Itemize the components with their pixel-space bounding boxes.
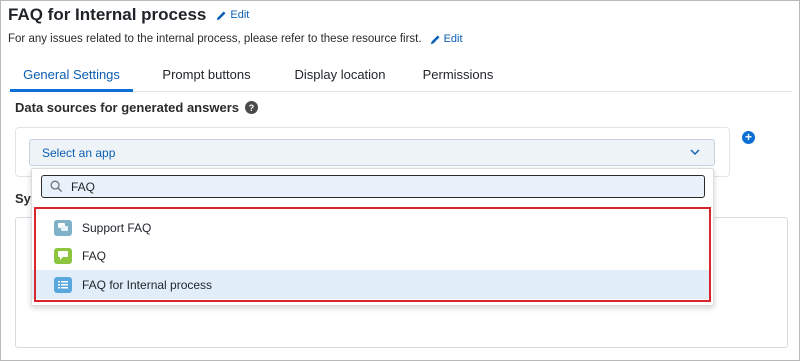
help-icon[interactable]: ?: [244, 101, 258, 114]
add-data-source-button[interactable]: +: [742, 131, 755, 144]
partially-hidden-label: Sy: [15, 191, 31, 206]
settings-tabs: General Settings Prompt buttons Display …: [8, 60, 792, 92]
chevron-down-icon: [690, 149, 700, 155]
edit-description-label: Edit: [443, 33, 463, 45]
app-search-field[interactable]: [41, 175, 705, 198]
tab-permissions[interactable]: Permissions: [410, 60, 506, 92]
tab-display-location[interactable]: Display location: [278, 60, 402, 92]
tab-general-settings[interactable]: General Settings: [10, 60, 133, 92]
search-icon: [50, 180, 63, 193]
results-highlight-box: [34, 207, 711, 302]
title-row: FAQ for Internal process Edit: [8, 4, 249, 26]
app-dropdown-panel: Support FAQ FAQ FAQ for Internal process: [31, 168, 714, 306]
edit-title-label: Edit: [230, 9, 250, 21]
edit-title-link[interactable]: Edit: [216, 9, 249, 21]
description-row: For any issues related to the internal p…: [8, 31, 463, 47]
tab-prompt-buttons[interactable]: Prompt buttons: [145, 60, 268, 92]
app-search-input[interactable]: [71, 179, 671, 194]
page-description: For any issues related to the internal p…: [8, 33, 422, 45]
data-sources-label: Data sources for generated answers ?: [15, 100, 258, 115]
app-select[interactable]: Select an app: [29, 139, 715, 166]
pencil-icon: [217, 10, 226, 20]
data-sources-label-text: Data sources for generated answers: [15, 100, 239, 115]
app-select-placeholder: Select an app: [42, 145, 116, 160]
pencil-icon: [430, 34, 440, 44]
edit-description-link[interactable]: Edit: [430, 33, 463, 45]
page-title: FAQ for Internal process: [8, 5, 207, 24]
